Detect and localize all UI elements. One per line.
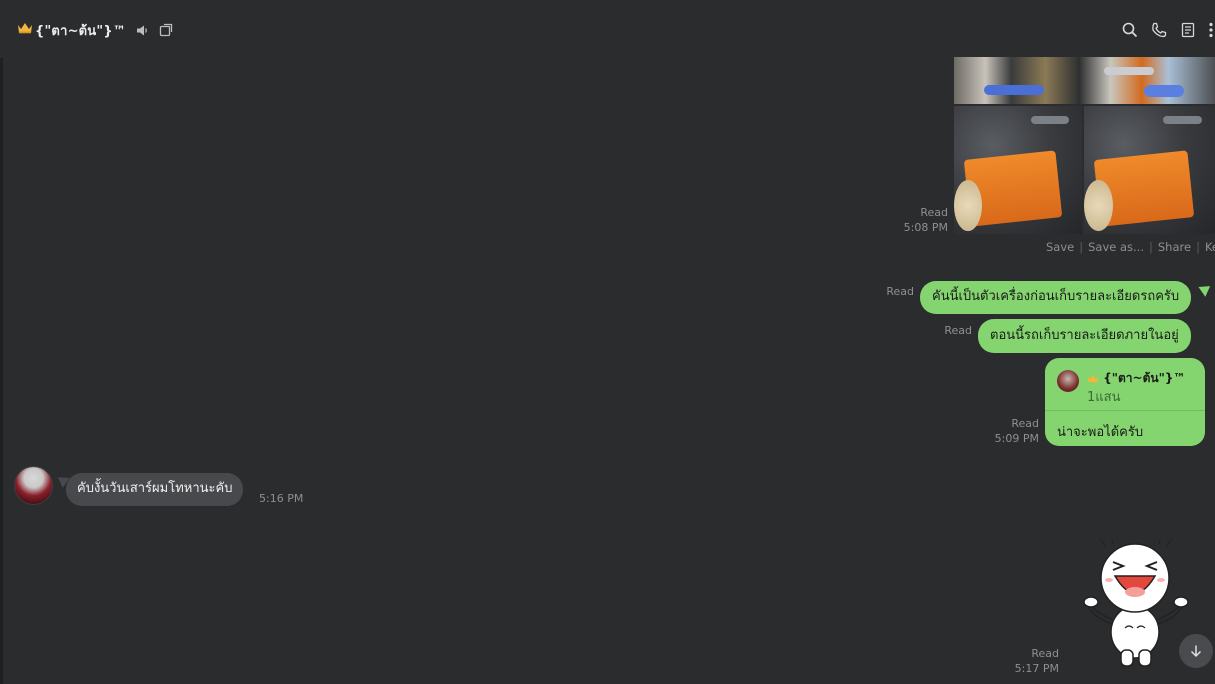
message-text: ตอนนี้รถเก็บรายละเอียดภายในอยู่ [990,328,1179,343]
save-button[interactable]: Save [1046,240,1074,254]
photo-album[interactable] [954,57,1215,234]
outgoing-message[interactable]: ตอนนี้รถเก็บรายละเอียดภายในอยู่ [978,319,1191,353]
reply-message[interactable]: {"ตา~ต้น"}™ 1แสน น่าจะพอได้ครับ [1045,358,1205,446]
chat-title-row: {"ตา~ต้น"}™ [17,20,174,40]
read-status: Read [886,285,914,298]
read-status: Read [1031,647,1059,660]
message-meta: 5:16 PM [259,491,303,506]
notes-icon[interactable] [1178,20,1198,40]
crown-icon [17,22,33,38]
scroll-to-bottom-button[interactable] [1179,634,1213,668]
quoted-message[interactable]: {"ตา~ต้น"}™ 1แสน [1045,358,1205,411]
quoted-sender-name: {"ตา~ต้น"}™ [1103,371,1186,385]
sticker-message-meta: Read 5:17 PM [1010,646,1059,676]
speaker-icon[interactable] [134,22,150,38]
chat-title[interactable]: {"ตา~ต้น"}™ [35,20,126,41]
keep-button[interactable]: Keep [1205,240,1215,254]
read-status: Read [920,206,948,219]
message-time: 5:17 PM [1014,662,1059,675]
read-status: Read [944,324,972,337]
read-status: Read [1011,417,1039,430]
message-time: 5:09 PM [994,432,1039,445]
message-meta: Read [938,323,972,338]
search-icon[interactable] [1120,20,1140,40]
outgoing-message[interactable]: คันนี้เป็นตัวเครื่องก่อนเก็บรายละเอียดรถ… [920,281,1192,314]
photo-message-meta: Read 5:08 PM [900,205,948,235]
crown-icon [1087,374,1099,383]
sender-avatar[interactable] [14,466,53,505]
message-time: 5:08 PM [903,221,948,234]
arrow-down-icon [1190,645,1202,658]
quoted-text: 1แสน [1087,390,1121,405]
engine-photo-right[interactable] [1084,106,1215,234]
chat-header: {"ตา~ต้น"}™ [0,0,1215,58]
share-button[interactable]: Share [1158,240,1191,254]
external-window-icon[interactable] [158,22,174,38]
photo-actions: Save | Save as... | Share | Keep [1046,240,1215,254]
separator: | [1149,240,1153,254]
message-time: 5:16 PM [259,492,304,505]
incoming-message[interactable]: คับงั้นวันเสาร์ผมโทหานะคับ [66,473,244,506]
phone-icon[interactable] [1149,20,1169,40]
message-text: คันนี้เป็นตัวเครื่องก่อนเก็บรายละเอียดรถ… [932,289,1180,304]
engine-photo-top[interactable] [954,57,1215,104]
message-meta: Read [880,284,914,299]
separator: | [1196,240,1200,254]
message-meta: Read 5:09 PM [990,416,1039,446]
separator: | [1079,240,1084,254]
window-edge [0,58,3,684]
message-text: คับงั้นวันเสาร์ผมโทหานะคับ [77,481,233,496]
header-actions [1111,20,1215,40]
engine-photo-left[interactable] [954,106,1082,234]
message-text: น่าจะพอได้ครับ [1057,425,1144,440]
bubble-tail [1198,281,1214,297]
laughing-sticker[interactable] [1083,537,1189,668]
save-as-button[interactable]: Save as... [1088,240,1144,254]
more-icon[interactable] [1207,20,1215,40]
quoted-avatar [1057,370,1079,392]
